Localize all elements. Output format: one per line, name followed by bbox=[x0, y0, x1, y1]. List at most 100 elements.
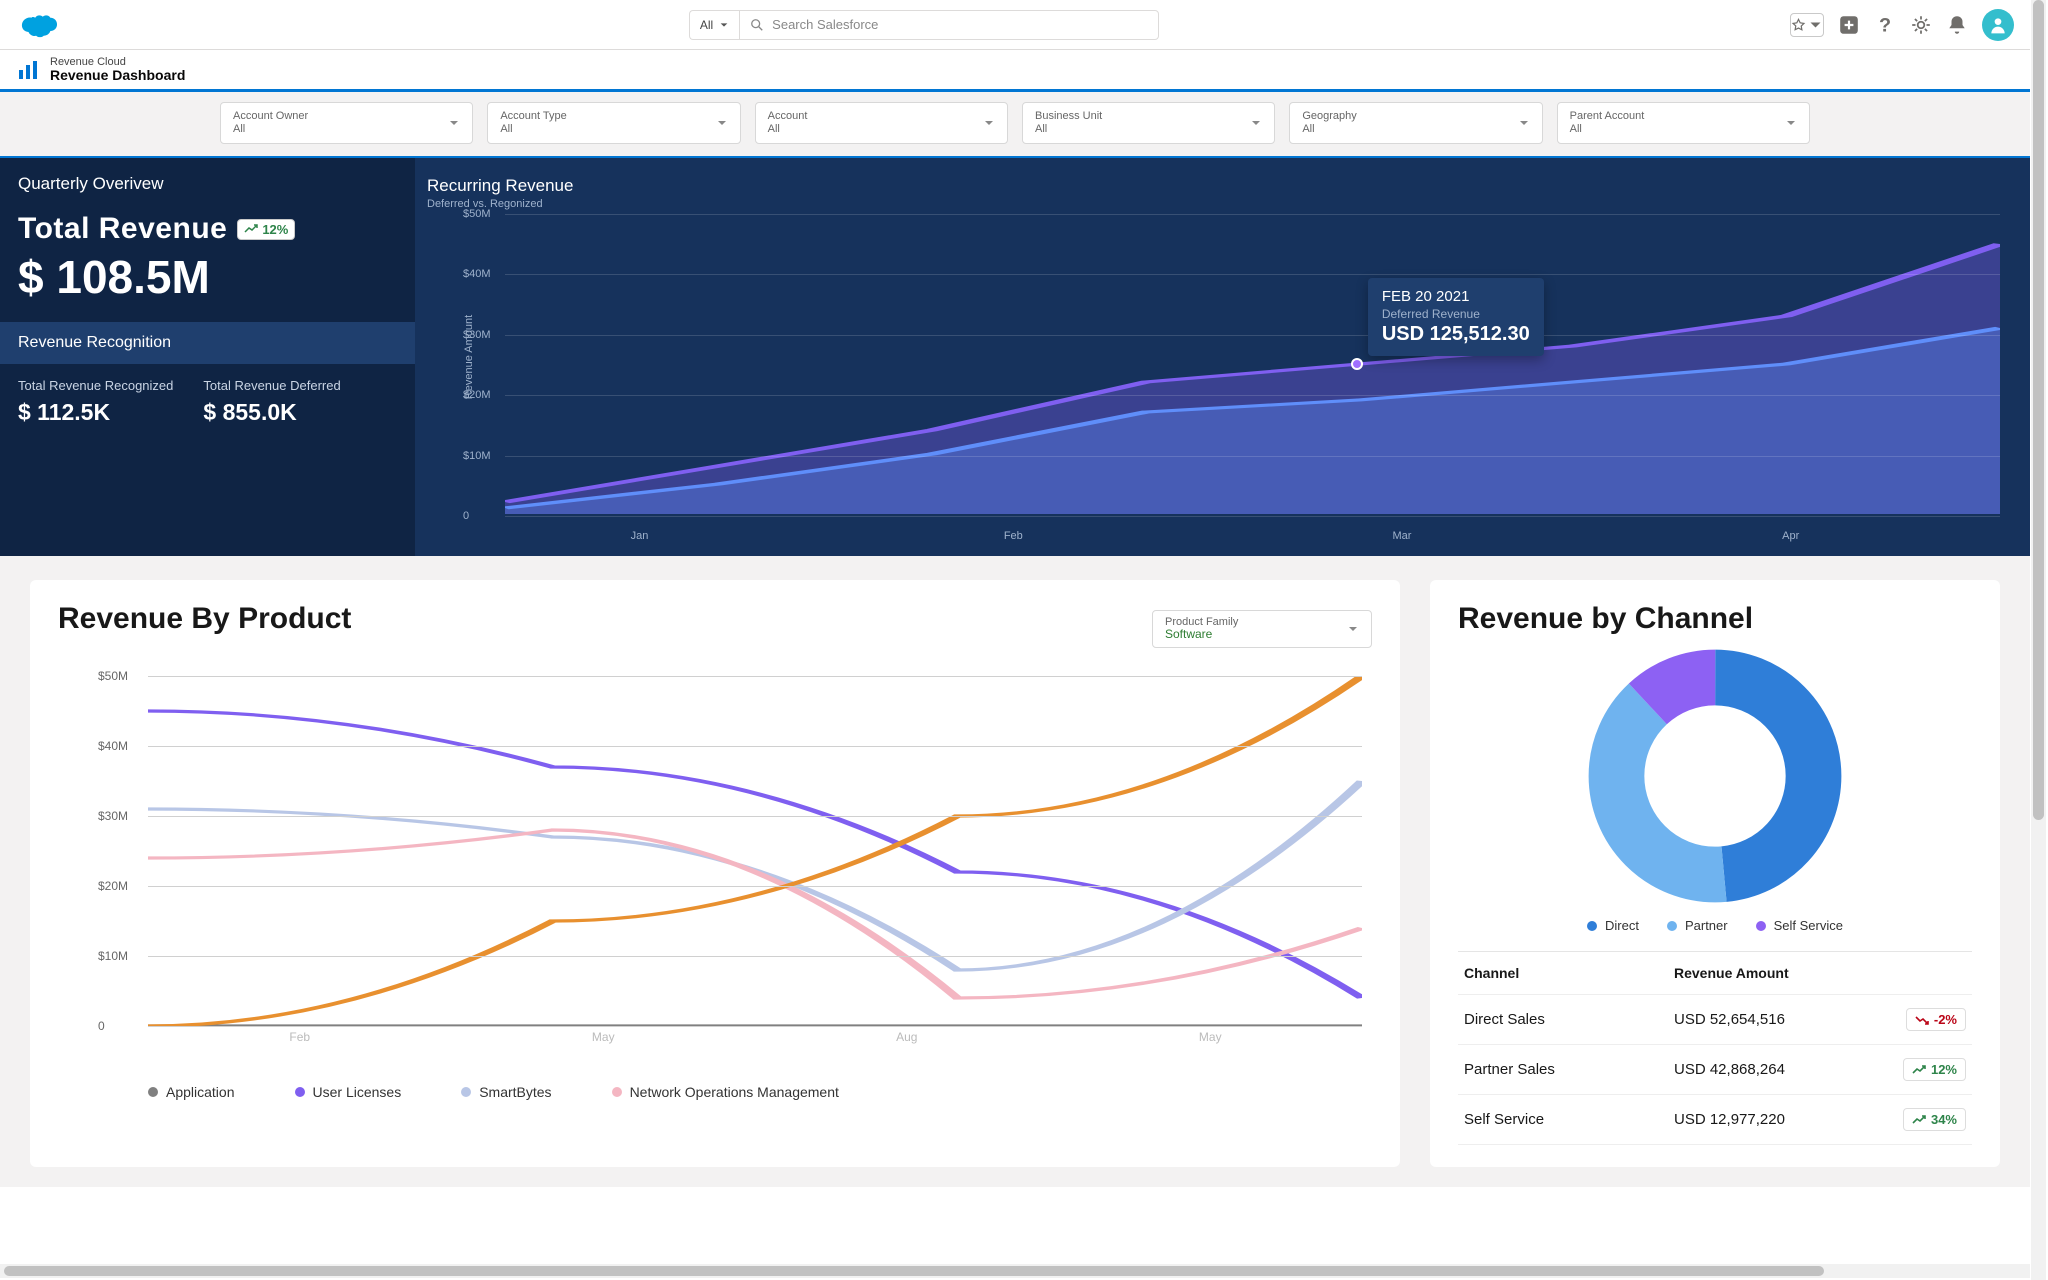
context-bar: Revenue Cloud Revenue Dashboard bbox=[0, 50, 2030, 92]
filter-name: Account Owner bbox=[233, 110, 308, 123]
product-x-tick: Aug bbox=[896, 1030, 917, 1044]
tooltip-date: FEB 20 2021 bbox=[1382, 288, 1530, 305]
filter-2[interactable]: AccountAll bbox=[755, 102, 1008, 144]
legend-item[interactable]: Partner bbox=[1667, 918, 1728, 933]
revenue-by-product-card: Revenue By Product Product Family Softwa… bbox=[30, 580, 1400, 1167]
total-trend-value: 12% bbox=[262, 222, 288, 237]
legend-item[interactable]: User Licenses bbox=[295, 1084, 402, 1100]
hero-section: Quarterly Overivew Total Revenue 12% $ 1… bbox=[0, 156, 2030, 556]
product-family-select[interactable]: Product Family Software bbox=[1152, 610, 1372, 648]
search-input[interactable] bbox=[772, 17, 1148, 32]
product-y-tick: $50M bbox=[98, 669, 128, 683]
filter-value: All bbox=[1302, 123, 1356, 136]
person-icon bbox=[1988, 15, 2008, 35]
add-button[interactable] bbox=[1838, 14, 1860, 36]
bell-icon bbox=[1946, 14, 1968, 36]
channel-trend-badge: -2% bbox=[1906, 1008, 1966, 1031]
revenue-recognition-band[interactable]: Revenue Recognition bbox=[0, 322, 415, 364]
recurring-revenue-chart[interactable] bbox=[505, 214, 2000, 514]
channel-amount: USD 52,654,516 bbox=[1674, 1011, 1876, 1028]
filter-name: Account Type bbox=[500, 110, 566, 123]
caret-down-icon bbox=[1808, 14, 1823, 36]
legend-dot-icon bbox=[148, 1087, 158, 1097]
legend-item[interactable]: Direct bbox=[1587, 918, 1639, 933]
channel-name: Self Service bbox=[1464, 1111, 1674, 1128]
recurring-y-tick: $10M bbox=[463, 450, 491, 462]
help-button[interactable]: ? bbox=[1874, 14, 1896, 36]
filter-value: All bbox=[1035, 123, 1102, 136]
search-icon bbox=[750, 18, 764, 32]
global-search[interactable] bbox=[739, 10, 1159, 40]
channel-row: Self ServiceUSD 12,977,22034% bbox=[1458, 1095, 1972, 1145]
legend-label: Self Service bbox=[1774, 918, 1843, 933]
channel-name: Partner Sales bbox=[1464, 1061, 1674, 1078]
search-scope-dropdown[interactable]: All bbox=[689, 10, 739, 40]
filter-1[interactable]: Account TypeAll bbox=[487, 102, 740, 144]
product-grid-line bbox=[148, 886, 1362, 887]
product-x-tick: May bbox=[592, 1030, 615, 1044]
filter-name: Account bbox=[768, 110, 808, 123]
product-select-value: Software bbox=[1165, 628, 1238, 642]
chevron-down-icon bbox=[716, 117, 728, 129]
recurring-grid-line bbox=[505, 274, 2000, 275]
recurring-grid-line bbox=[505, 335, 2000, 336]
filter-value: All bbox=[768, 123, 808, 136]
user-avatar[interactable] bbox=[1982, 9, 2014, 41]
recurring-title: Recurring Revenue bbox=[427, 176, 2000, 196]
recurring-y-tick: $40M bbox=[463, 268, 491, 280]
legend-item[interactable]: Network Operations Management bbox=[612, 1084, 839, 1100]
product-grid-line bbox=[148, 676, 1362, 677]
channel-row: Direct SalesUSD 52,654,516-2% bbox=[1458, 995, 1972, 1045]
legend-label: SmartBytes bbox=[479, 1084, 551, 1100]
product-y-tick: $30M bbox=[98, 809, 128, 823]
horizontal-scroll-thumb[interactable] bbox=[4, 1266, 1824, 1276]
dashboard-icon bbox=[16, 58, 40, 82]
legend-item[interactable]: Self Service bbox=[1756, 918, 1843, 933]
recurring-grid-line bbox=[505, 214, 2000, 215]
channel-head-amount: Revenue Amount bbox=[1674, 965, 1876, 981]
filter-5[interactable]: Parent AccountAll bbox=[1557, 102, 1810, 144]
favorites-button[interactable] bbox=[1790, 13, 1824, 37]
legend-item[interactable]: Application bbox=[148, 1084, 235, 1100]
legend-item[interactable]: SmartBytes bbox=[461, 1084, 551, 1100]
filter-4[interactable]: GeographyAll bbox=[1289, 102, 1542, 144]
gear-icon bbox=[1910, 14, 1932, 36]
chart-tooltip: FEB 20 2021 Deferred Revenue USD 125,512… bbox=[1368, 278, 1544, 356]
vertical-scroll-thumb[interactable] bbox=[2033, 0, 2044, 820]
channel-donut-chart[interactable] bbox=[1585, 646, 1845, 906]
recurring-y-tick: $30M bbox=[463, 329, 491, 341]
recurring-revenue-panel: Recurring Revenue Deferred vs. Regonized… bbox=[415, 158, 2030, 556]
salesforce-logo-icon bbox=[20, 12, 58, 38]
recurring-x-tick: Feb bbox=[1004, 530, 1023, 542]
recurring-y-axis-label: Revenue Amount bbox=[463, 315, 475, 399]
product-y-tick: $40M bbox=[98, 739, 128, 753]
legend-dot-icon bbox=[1667, 921, 1677, 931]
filter-3[interactable]: Business UnitAll bbox=[1022, 102, 1275, 144]
horizontal-scrollbar[interactable] bbox=[0, 1264, 2030, 1278]
star-icon bbox=[1791, 14, 1806, 36]
filter-row: Account OwnerAllAccount TypeAllAccountAl… bbox=[0, 92, 2030, 156]
trend-up-icon bbox=[1912, 1065, 1926, 1075]
svg-text:?: ? bbox=[1879, 14, 1891, 35]
tooltip-value: USD 125,512.30 bbox=[1382, 323, 1530, 346]
filter-0[interactable]: Account OwnerAll bbox=[220, 102, 473, 144]
setup-button[interactable] bbox=[1910, 14, 1932, 36]
notifications-button[interactable] bbox=[1946, 14, 1968, 36]
recognized-label: Total Revenue Recognized bbox=[18, 378, 173, 393]
chevron-down-icon bbox=[983, 117, 995, 129]
channel-table: Channel Revenue Amount Direct SalesUSD 5… bbox=[1458, 951, 1972, 1145]
legend-label: Network Operations Management bbox=[630, 1084, 839, 1100]
product-grid-line bbox=[148, 746, 1362, 747]
recurring-subtitle: Deferred vs. Regonized bbox=[427, 198, 2000, 210]
legend-dot-icon bbox=[1756, 921, 1766, 931]
recurring-y-tick: $20M bbox=[463, 389, 491, 401]
vertical-scrollbar[interactable] bbox=[2031, 0, 2046, 1280]
overview-panel: Quarterly Overivew Total Revenue 12% $ 1… bbox=[0, 158, 415, 556]
channel-trend-badge: 12% bbox=[1903, 1058, 1966, 1081]
revenue-by-product-chart[interactable]: $50M$40M$30M$20M$10M0 FebMayAugMay bbox=[58, 676, 1372, 1056]
chevron-down-icon bbox=[448, 117, 460, 129]
trend-down-icon bbox=[1915, 1015, 1929, 1025]
recurring-y-tick: 0 bbox=[463, 510, 469, 522]
recognized-value: $ 112.5K bbox=[18, 399, 173, 426]
global-header: All ? bbox=[0, 0, 2030, 50]
